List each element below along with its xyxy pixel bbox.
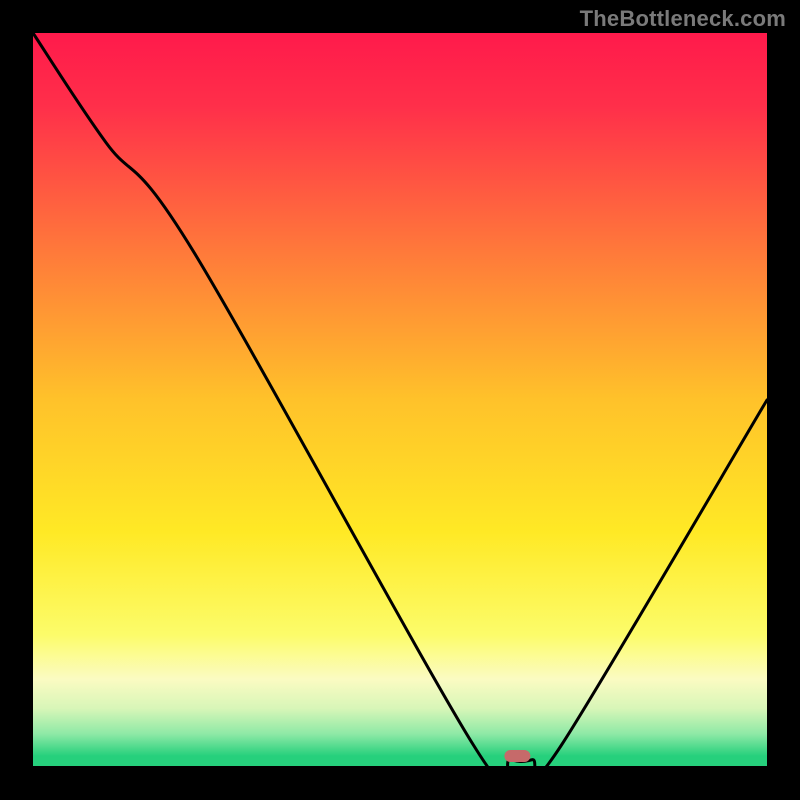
plot-background [33, 33, 767, 767]
watermark-text: TheBottleneck.com [580, 6, 786, 32]
bottleneck-chart [0, 0, 800, 800]
chart-frame: TheBottleneck.com [0, 0, 800, 800]
optimal-marker [504, 750, 530, 762]
